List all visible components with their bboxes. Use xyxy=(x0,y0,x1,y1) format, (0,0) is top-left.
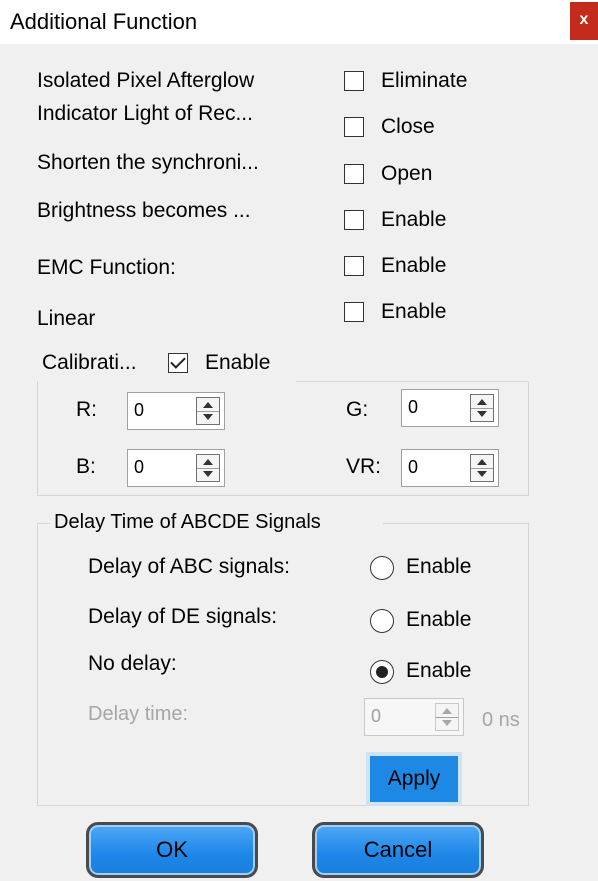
window-title: Additional Function xyxy=(10,9,198,34)
open-label[interactable]: Open xyxy=(381,162,432,186)
vr-spinbox[interactable]: 0 xyxy=(401,449,499,487)
vr-label: VR: xyxy=(346,455,382,478)
delay-de-enable-label[interactable]: Enable xyxy=(406,608,471,632)
brightness-enable-checkbox[interactable] xyxy=(344,210,364,230)
no-delay-label: No delay: xyxy=(88,652,177,675)
brightness-enable-label[interactable]: Enable xyxy=(381,208,446,232)
linear-enable-label[interactable]: Enable xyxy=(381,300,446,324)
close-checkbox[interactable] xyxy=(344,117,364,137)
cancel-button[interactable]: Cancel xyxy=(312,822,484,878)
spin-up-icon[interactable] xyxy=(203,402,213,408)
spin-down-icon[interactable] xyxy=(203,471,213,477)
close-label[interactable]: Close xyxy=(381,115,435,139)
brightness-label: Brightness becomes ... xyxy=(37,199,251,222)
calibration-enable-checkbox[interactable] xyxy=(168,353,188,373)
emc-enable-checkbox[interactable] xyxy=(344,256,364,276)
no-delay-enable-label[interactable]: Enable xyxy=(406,659,471,683)
spin-up-icon[interactable] xyxy=(477,459,487,465)
b-label: B: xyxy=(76,455,96,478)
delay-time-spinbox[interactable]: 0 xyxy=(364,698,464,736)
delay-abc-radio[interactable] xyxy=(370,556,394,580)
b-value[interactable]: 0 xyxy=(134,457,144,478)
spin-up-icon[interactable] xyxy=(442,708,452,714)
r-spinbox[interactable]: 0 xyxy=(127,392,225,430)
linear-enable-checkbox[interactable] xyxy=(344,302,364,322)
r-spin-arrows[interactable] xyxy=(196,397,220,425)
g-spinbox[interactable]: 0 xyxy=(401,389,499,427)
eliminate-label[interactable]: Eliminate xyxy=(381,69,467,93)
delay-de-label: Delay of DE signals: xyxy=(88,605,278,628)
eliminate-checkbox[interactable] xyxy=(344,71,364,91)
b-spin-arrows[interactable] xyxy=(196,454,220,482)
no-delay-radio[interactable] xyxy=(370,660,394,684)
shorten-sync-label: Shorten the synchroni... xyxy=(37,151,259,174)
delay-group-label: Delay Time of ABCDE Signals xyxy=(54,511,321,533)
g-value[interactable]: 0 xyxy=(408,397,418,418)
delay-abc-label: Delay of ABC signals: xyxy=(88,555,290,578)
title-bar: Additional Function x xyxy=(0,0,598,44)
delay-time-value[interactable]: 0 xyxy=(371,706,381,727)
emc-enable-label[interactable]: Enable xyxy=(381,254,446,278)
g-spin-arrows[interactable] xyxy=(470,394,494,422)
vr-spin-arrows[interactable] xyxy=(470,454,494,482)
delay-de-radio[interactable] xyxy=(370,609,394,633)
open-checkbox[interactable] xyxy=(344,164,364,184)
spin-down-icon[interactable] xyxy=(442,720,452,726)
g-label: G: xyxy=(346,398,369,421)
delay-time-unit: 0 ns xyxy=(482,709,520,731)
spin-up-icon[interactable] xyxy=(203,459,213,465)
close-button[interactable]: x xyxy=(570,2,598,40)
emc-function-label: EMC Function: xyxy=(37,256,176,279)
ok-button[interactable]: OK xyxy=(86,822,258,878)
spin-down-icon[interactable] xyxy=(477,411,487,417)
spin-down-icon[interactable] xyxy=(203,414,213,420)
delay-time-label: Delay time: xyxy=(88,703,189,725)
linear-label: Linear xyxy=(37,307,96,330)
spin-down-icon[interactable] xyxy=(477,471,487,477)
delay-time-spin-arrows[interactable] xyxy=(435,703,459,731)
b-spinbox[interactable]: 0 xyxy=(127,449,225,487)
apply-button[interactable]: Apply xyxy=(366,752,462,806)
isolated-pixel-afterglow-label: Isolated Pixel Afterglow xyxy=(37,69,255,92)
r-value[interactable]: 0 xyxy=(134,400,144,421)
spin-up-icon[interactable] xyxy=(477,399,487,405)
delay-abc-enable-label[interactable]: Enable xyxy=(406,555,471,579)
r-label: R: xyxy=(76,398,97,421)
vr-value[interactable]: 0 xyxy=(408,457,418,478)
indicator-light-label: Indicator Light of Rec... xyxy=(37,102,253,125)
calibration-group-label: Calibrati... xyxy=(42,351,137,374)
calibration-enable-label[interactable]: Enable xyxy=(205,351,270,375)
